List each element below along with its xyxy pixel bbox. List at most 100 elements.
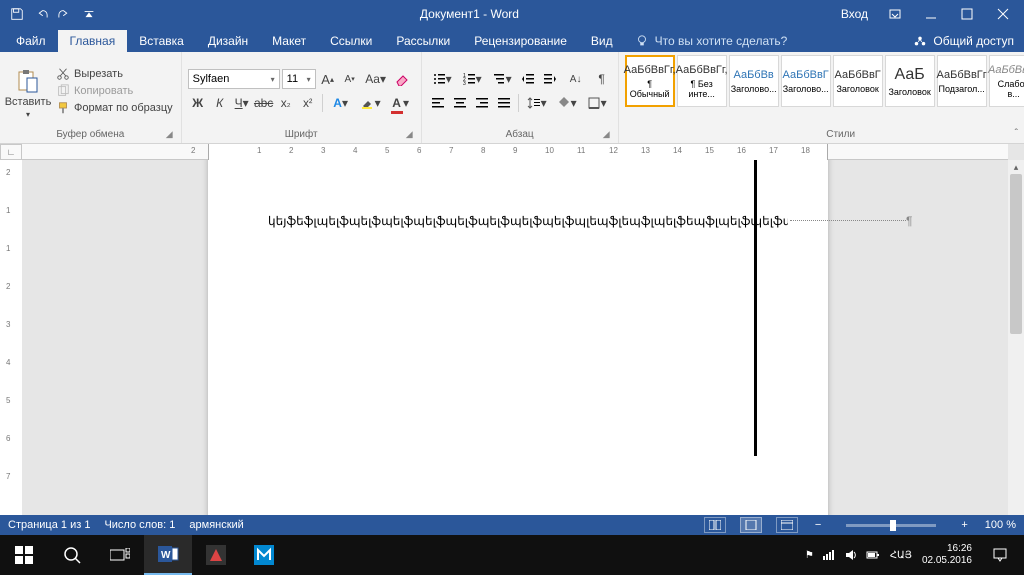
tab-mailings[interactable]: Рассылки [384,30,462,52]
close-icon[interactable] [986,0,1020,28]
line-spacing-icon[interactable]: ▾ [523,93,551,113]
vertical-line-shape[interactable] [754,160,757,456]
italic-icon[interactable]: К [210,93,230,113]
tell-me-search[interactable]: Что вы хотите сделать? [625,30,798,52]
style-title[interactable]: АаБбВвГЗаголовок [833,55,883,107]
font-name-combo[interactable]: Sylfaen▾ [188,69,280,89]
share-button[interactable]: Общий доступ [903,30,1024,52]
qat-customize-icon[interactable] [78,3,100,25]
collapse-ribbon-icon[interactable]: ˆ [1015,128,1018,139]
zoom-in-icon[interactable]: + [958,519,970,531]
borders-icon[interactable]: ▾ [583,93,611,113]
tab-home[interactable]: Главная [58,30,128,52]
system-tray[interactable]: ⚑ [805,548,880,562]
font-size-combo[interactable]: 11▾ [282,69,316,89]
zoom-slider[interactable] [846,524,936,527]
tab-file[interactable]: Файл [4,30,58,52]
clear-formatting-icon[interactable] [392,69,412,89]
font-color-icon[interactable]: A▾ [387,93,415,113]
tab-view[interactable]: Вид [579,30,625,52]
style-subtitle[interactable]: АаБЗаголовок [885,55,935,107]
taskbar-app-word[interactable]: W [144,535,192,575]
tab-references[interactable]: Ссылки [318,30,384,52]
underline-icon[interactable]: Ч▾ [232,93,252,113]
superscript-icon[interactable]: x² [298,93,318,113]
vertical-scrollbar[interactable]: ▴ ▾ [1008,160,1024,531]
numbering-icon[interactable]: 123▾ [458,69,486,89]
copy-button[interactable]: Копировать [54,83,175,99]
justify-icon[interactable] [494,93,514,113]
align-right-icon[interactable] [472,93,492,113]
style-heading1[interactable]: АаБбВвЗаголово... [729,55,779,107]
zoom-out-icon[interactable]: − [812,519,824,531]
ribbon-display-icon[interactable] [878,0,912,28]
input-language[interactable]: ՀԱՅ [890,550,912,561]
tab-design[interactable]: Дизайн [196,30,260,52]
strikethrough-icon[interactable]: abc [254,93,274,113]
ruler-tick: 15 [705,146,714,155]
show-marks-icon[interactable]: ¶ [592,69,612,89]
tray-flag-icon[interactable]: ⚑ [805,550,814,561]
read-mode-icon[interactable] [704,517,726,533]
document-text[interactable]: կեյֆեֆլպելֆպելֆպելֆպելֆպելֆպելֆպելֆպելֆպ… [268,214,788,229]
style-subheading[interactable]: АаБбВвГгПодзагол... [937,55,987,107]
shrink-font-icon[interactable]: A▾ [340,69,360,89]
battery-icon[interactable] [866,548,880,562]
wifi-icon[interactable] [822,548,836,562]
start-button[interactable] [0,535,48,575]
clock[interactable]: 16:26 02.05.2016 [922,543,972,567]
style-normal[interactable]: АаБбВвГг,¶ Обычный [625,55,675,107]
bold-icon[interactable]: Ж [188,93,208,113]
page-count[interactable]: Страница 1 из 1 [8,519,90,531]
tab-layout[interactable]: Макет [260,30,318,52]
web-layout-icon[interactable] [776,517,798,533]
align-left-icon[interactable] [428,93,448,113]
zoom-level[interactable]: 100 % [985,519,1016,531]
redo-icon[interactable] [54,3,76,25]
word-count[interactable]: Число слов: 1 [104,519,175,531]
group-paragraph: ▾ 123▾ ▾ А↓ ¶ ▾ ▾ ▾ Абзац◢ [422,52,619,143]
format-painter-button[interactable]: Формат по образцу [54,100,175,116]
horizontal-ruler[interactable]: 2 123456789101112131415161718 [22,144,1008,160]
scroll-thumb[interactable] [1010,174,1022,334]
dialog-launcher-icon[interactable]: ◢ [406,129,413,140]
dialog-launcher-icon[interactable]: ◢ [603,129,610,140]
language-status[interactable]: армянский [189,519,243,531]
maximize-icon[interactable] [950,0,984,28]
highlight-icon[interactable]: ▾ [357,93,385,113]
dialog-launcher-icon[interactable]: ◢ [166,129,173,140]
volume-icon[interactable] [844,548,858,562]
grow-font-icon[interactable]: A▴ [318,69,338,89]
taskbar-app-maxthon[interactable] [240,535,288,575]
sort-icon[interactable]: А↓ [562,69,590,89]
task-view-icon[interactable] [96,535,144,575]
increase-indent-icon[interactable] [540,69,560,89]
subscript-icon[interactable]: x₂ [276,93,296,113]
taskbar-app-generic1[interactable] [192,535,240,575]
print-layout-icon[interactable] [740,517,762,533]
shading-icon[interactable]: ▾ [553,93,581,113]
signin-link[interactable]: Вход [833,7,876,21]
document-area[interactable]: կեյֆեֆլպելֆպելֆպելֆպելֆպելֆպելֆպելֆպելֆպ… [22,160,1008,531]
text-effects-icon[interactable]: A▾ [327,93,355,113]
style-subtle[interactable]: АаБбВвГгСлабое в... [989,55,1024,107]
cut-button[interactable]: Вырезать [54,66,175,82]
tab-selector[interactable]: ∟ [0,144,22,160]
save-icon[interactable] [6,3,28,25]
undo-icon[interactable] [30,3,52,25]
scroll-up-icon[interactable]: ▴ [1008,160,1024,174]
search-taskbar-icon[interactable] [48,535,96,575]
action-center-icon[interactable] [982,535,1018,575]
tab-review[interactable]: Рецензирование [462,30,579,52]
style-no-spacing[interactable]: АаБбВвГг,¶ Без инте... [677,55,727,107]
multilevel-list-icon[interactable]: ▾ [488,69,516,89]
align-center-icon[interactable] [450,93,470,113]
tab-insert[interactable]: Вставка [127,30,196,52]
decrease-indent-icon[interactable] [518,69,538,89]
change-case-icon[interactable]: Aa▾ [362,69,390,89]
paste-button[interactable]: Вставить ▾ [6,55,50,127]
vertical-ruler[interactable]: 211234567 [0,160,22,531]
bullets-icon[interactable]: ▾ [428,69,456,89]
minimize-icon[interactable] [914,0,948,28]
style-heading2[interactable]: АаБбВвГЗаголово... [781,55,831,107]
